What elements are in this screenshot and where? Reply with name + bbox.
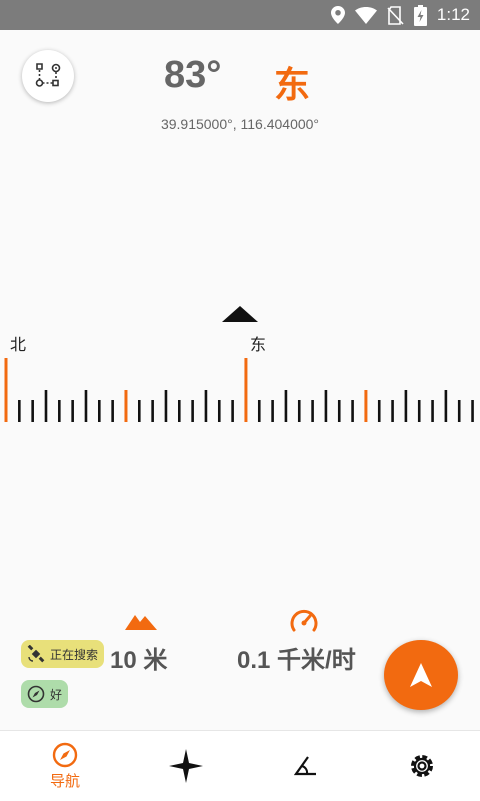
battery-charging-icon [413,4,427,26]
heading-pointer [222,306,258,322]
gps-status-label: 正在搜索 [50,647,99,662]
nav-item-navigation[interactable]: 导航 [40,731,90,801]
compass-accuracy-icon [27,685,45,703]
nav-item-angle[interactable] [288,731,324,801]
altitude-value: 10 米 [110,647,168,674]
tape-label-east: 东 [250,335,266,354]
settings-icon [411,755,433,777]
status-bar: 1:12 [0,0,480,30]
navigation-arrow-icon [410,663,432,687]
wifi-icon [354,6,377,24]
altitude-icon [125,615,157,630]
nav-item-settings[interactable] [404,731,440,801]
nav-label-navigation: 导航 [49,771,80,790]
status-icons: 1:12 [330,3,470,27]
compass-tape[interactable]: 北 东 [0,300,480,430]
angle-icon [294,756,316,776]
compass-accuracy-chip[interactable]: 好 [21,680,69,708]
speedometer-icon [290,609,318,632]
heading-direction: 东 [274,65,311,106]
no-sim-icon [387,5,404,25]
gps-status-chip[interactable]: 正在搜索 [21,640,105,668]
heading-degrees: 83° [164,54,222,96]
bottom-navigation: 导航 [0,730,480,801]
speed-value: 0.1 千米/时 [237,647,356,674]
status-time: 1:12 [436,5,470,24]
sparkle-icon [169,749,203,783]
tape-ticks [4,358,474,422]
coordinates: 39.915000°, 116.404000° [160,116,320,132]
compass-icon [52,742,78,767]
location-icon [330,6,345,24]
tape-label-north: 北 [10,335,26,354]
satellite-icon [27,645,45,663]
navigate-fab[interactable] [384,640,458,710]
nav-item-sparkle[interactable] [166,731,206,801]
compass-accuracy-label: 好 [50,687,63,702]
heading-display: 83° 东 [0,54,480,106]
